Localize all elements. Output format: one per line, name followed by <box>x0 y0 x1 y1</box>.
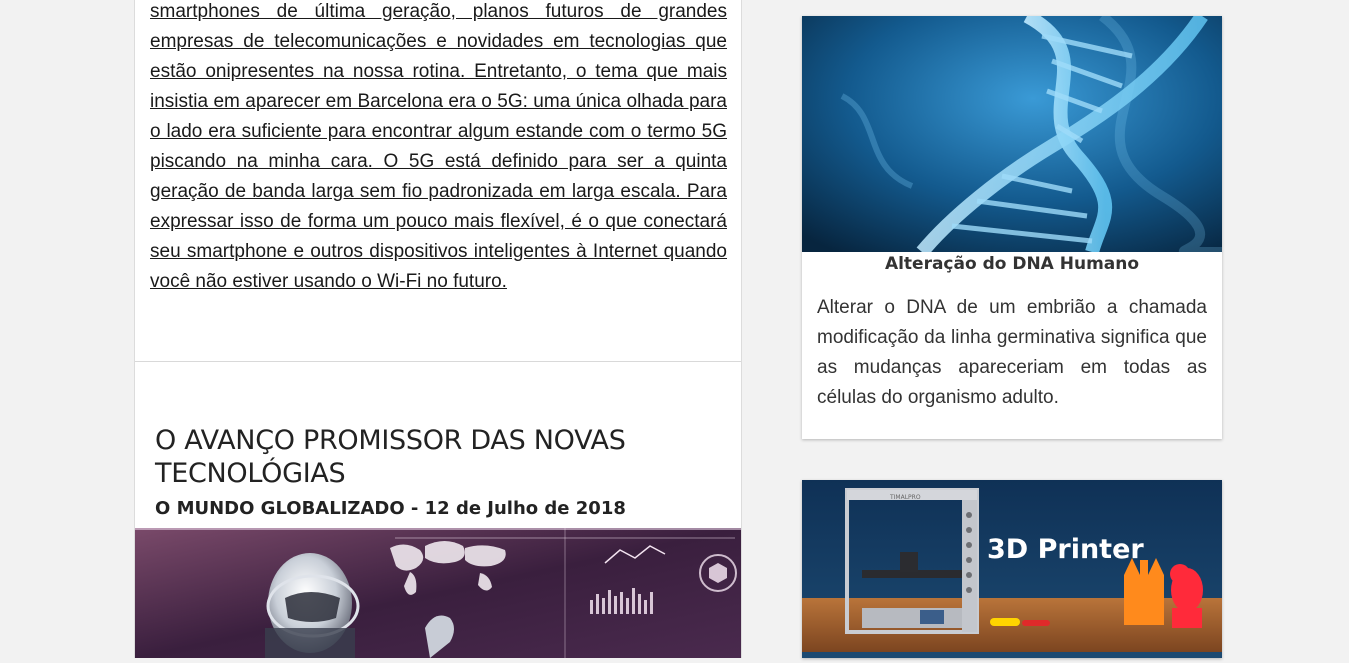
card-title-dna[interactable]: Alteração do DNA Humano <box>802 254 1222 274</box>
article-link[interactable]: smartphones de última geração, planos fu… <box>150 1 727 292</box>
card-text-dna: Alterar o DNA de um embrião a chamada mo… <box>817 297 1207 408</box>
post-meta: O MUNDO GLOBALIZADO - 12 de Julho de 201… <box>155 498 626 519</box>
post-image-technology[interactable] <box>135 528 741 658</box>
sidebar-card-3d-printer[interactable]: 3D Printer TIMALPRO <box>802 480 1222 658</box>
post-divider <box>135 361 741 362</box>
article-body: smartphones de última geração, planos fu… <box>150 0 727 297</box>
dna-image <box>802 16 1222 252</box>
printer-brand: TIMALPRO <box>889 494 921 501</box>
sidebar-card-dna[interactable]: Alteração do DNA Humano Alterar o DNA de… <box>802 16 1222 439</box>
3d-printer-title: 3D Printer <box>987 534 1144 565</box>
post-title[interactable]: O AVANÇO PROMISSOR DAS NOVAS TECNOLÓGIAS <box>155 424 715 490</box>
main-column: smartphones de última geração, planos fu… <box>134 0 742 658</box>
3d-printer-image: 3D Printer TIMALPRO <box>802 480 1222 658</box>
tech-robot-illustration <box>135 528 741 658</box>
